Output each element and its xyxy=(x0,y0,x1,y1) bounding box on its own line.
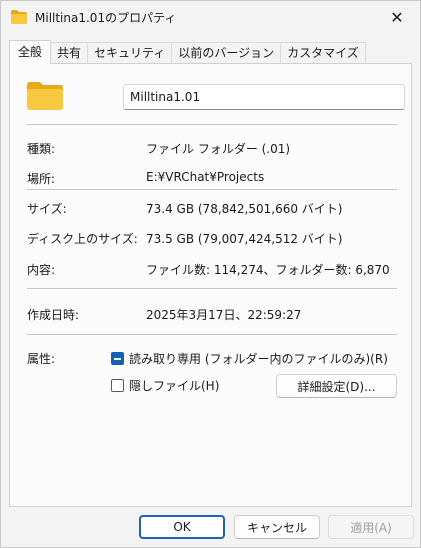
tab-bar: 全般 共有 セキュリティ 以前のバージョン カスタマイズ xyxy=(9,40,366,64)
cancel-button[interactable]: キャンセル xyxy=(234,515,320,539)
tab-general[interactable]: 全般 xyxy=(9,40,52,64)
size-label: サイズ: xyxy=(27,202,67,216)
tab-security[interactable]: セキュリティ xyxy=(88,42,173,64)
divider xyxy=(27,124,397,125)
contents-value: ファイル数: 114,274、フォルダー数: 6,870 xyxy=(146,263,390,277)
general-panel: 種類: ファイル フォルダー (.01) 場所: E:¥VRChat¥Proje… xyxy=(9,63,412,507)
disk-size-label: ディスク上のサイズ: xyxy=(27,232,138,246)
disk-size-value: 73.5 GB (79,007,424,512 バイト) xyxy=(146,232,343,246)
type-label: 種類: xyxy=(27,142,56,156)
location-label: 場所: xyxy=(27,172,56,186)
title-bar: Milltina1.01のプロパティ ✕ xyxy=(1,1,420,33)
contents-label: 内容: xyxy=(27,263,56,277)
read-only-checkbox[interactable]: 読み取り専用 (フォルダー内のファイルのみ)(R) xyxy=(111,350,388,367)
hidden-checkbox[interactable]: 隠しファイル(H) xyxy=(111,377,219,394)
hidden-label: 隠しファイル(H) xyxy=(129,379,220,393)
tab-sharing[interactable]: 共有 xyxy=(51,42,89,64)
tab-customize[interactable]: カスタマイズ xyxy=(281,42,366,64)
folder-icon xyxy=(11,10,27,24)
read-only-label: 読み取り専用 (フォルダー内のファイルのみ)(R) xyxy=(129,352,388,366)
apply-button[interactable]: 適用(A) xyxy=(328,515,414,539)
location-value: E:¥VRChat¥Projects xyxy=(146,170,265,184)
created-value: 2025年3月17日、22:59:27 xyxy=(146,308,302,322)
ok-button[interactable]: OK xyxy=(139,515,225,539)
window-title: Milltina1.01のプロパティ xyxy=(35,11,177,25)
folder-name-input[interactable] xyxy=(123,84,405,110)
type-value: ファイル フォルダー (.01) xyxy=(146,142,291,156)
folder-icon xyxy=(27,82,63,110)
close-icon: ✕ xyxy=(390,7,404,27)
checkbox-indeterminate-icon xyxy=(111,352,124,365)
divider xyxy=(27,288,397,289)
size-value: 73.4 GB (78,842,501,660 バイト) xyxy=(146,202,343,216)
close-button[interactable]: ✕ xyxy=(374,1,420,33)
checkbox-unchecked-icon xyxy=(111,379,124,392)
tab-previous-versions[interactable]: 以前のバージョン xyxy=(172,42,282,64)
divider xyxy=(27,334,397,335)
advanced-button[interactable]: 詳細設定(D)... xyxy=(276,374,397,398)
attributes-label: 属性: xyxy=(27,352,56,366)
divider xyxy=(27,189,397,190)
created-label: 作成日時: xyxy=(27,308,80,322)
properties-window: Milltina1.01のプロパティ ✕ 全般 共有 セキュリティ 以前のバージ… xyxy=(0,0,421,548)
